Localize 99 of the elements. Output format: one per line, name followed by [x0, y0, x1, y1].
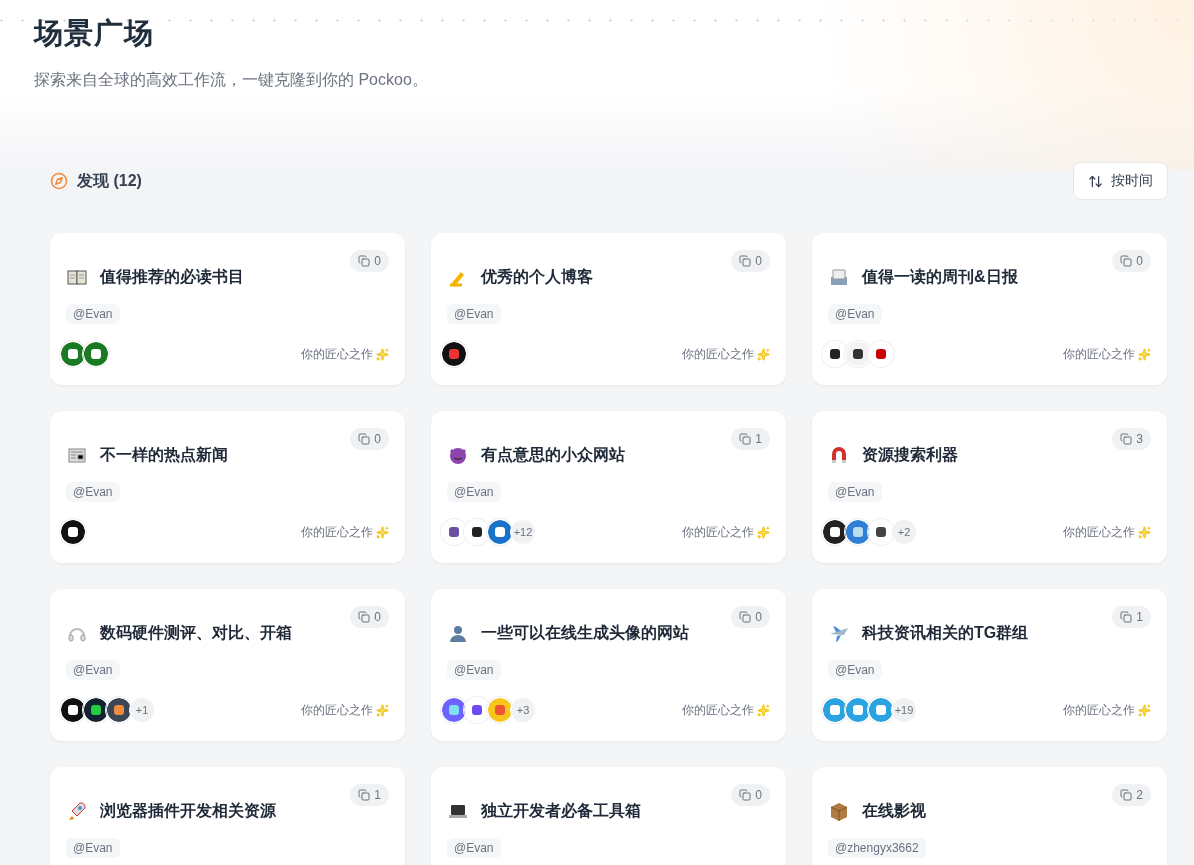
page-subtitle: 探索来自全球的高效工作流，一键克隆到你的 Pockoo。	[34, 70, 429, 90]
card-footer-text: 你的匠心之作	[301, 701, 373, 719]
sparkles-icon	[757, 703, 770, 717]
page-title: 场景广场	[34, 16, 155, 51]
compass-icon	[50, 172, 68, 190]
copy-icon	[739, 433, 752, 445]
sort-icon	[1088, 173, 1103, 189]
sparkles-icon	[376, 347, 389, 361]
card-footer-text: 你的匠心之作	[1063, 523, 1135, 541]
card-footer-text: 你的匠心之作	[301, 345, 373, 363]
section-title: 发现 (12)	[77, 170, 142, 191]
copy-count: 0	[350, 250, 389, 272]
card-title: 资源搜索利器	[862, 444, 958, 465]
card-title: 值得推荐的必读书目	[100, 266, 244, 287]
scene-card[interactable]: 0 一些可以在线生成头像的网站 @Evan +3 你的匠心之作	[431, 589, 786, 741]
sparkles-icon	[757, 347, 770, 361]
author-tag: @Evan	[66, 482, 120, 502]
copy-count: 0	[350, 428, 389, 450]
card-title: 在线影视	[862, 800, 926, 821]
scene-card[interactable]: 1 有点意思的小众网站 @Evan +12 你的匠心之作	[431, 411, 786, 563]
card-emoji-icon	[828, 800, 850, 822]
card-footer-text: 你的匠心之作	[1063, 345, 1135, 363]
card-title: 不一样的热点新闻	[100, 444, 228, 465]
more-count: +3	[510, 697, 536, 723]
author-tag: @Evan	[66, 304, 120, 324]
site-avatar-icon	[487, 519, 513, 545]
author-tag: @Evan	[828, 482, 882, 502]
copy-count: 1	[731, 428, 770, 450]
scene-card[interactable]: 1 浏览器插件开发相关资源 @Evan	[50, 767, 405, 865]
card-title: 值得一读的周刊&日报	[862, 266, 1018, 287]
scene-card[interactable]: 0 值得推荐的必读书目 @Evan 你的匠心之作	[50, 233, 405, 385]
author-tag: @Evan	[447, 838, 501, 858]
card-footer-text: 你的匠心之作	[301, 523, 373, 541]
author-tag: @Evan	[66, 660, 120, 680]
more-count: +2	[891, 519, 917, 545]
scene-card[interactable]: 3 资源搜索利器 @Evan +2 你的匠心之作	[812, 411, 1167, 563]
author-tag: @Evan	[447, 482, 501, 502]
copy-count: 1	[350, 784, 389, 806]
copy-count: 0	[731, 250, 770, 272]
card-footer-text: 你的匠心之作	[682, 523, 754, 541]
copy-icon	[358, 611, 371, 623]
site-avatar-icon	[106, 697, 132, 723]
copy-count: 0	[731, 784, 770, 806]
copy-icon	[358, 789, 371, 801]
copy-icon	[1120, 255, 1133, 267]
copy-icon	[1120, 789, 1133, 801]
copy-icon	[739, 255, 752, 267]
card-title: 一些可以在线生成头像的网站	[481, 622, 689, 643]
site-avatar-icon	[83, 341, 109, 367]
card-title: 浏览器插件开发相关资源	[100, 800, 276, 821]
author-tag: @Evan	[447, 304, 501, 324]
copy-count: 2	[1112, 784, 1151, 806]
sparkles-icon	[1138, 347, 1151, 361]
more-count: +12	[510, 519, 536, 545]
card-title: 独立开发者必备工具箱	[481, 800, 641, 821]
site-avatar-icon	[60, 519, 86, 545]
sparkles-icon	[757, 525, 770, 539]
copy-icon	[1120, 611, 1133, 623]
copy-icon	[1120, 433, 1133, 445]
card-footer-text: 你的匠心之作	[682, 701, 754, 719]
scene-card[interactable]: 0 数码硬件测评、对比、开箱 @Evan +1 你的匠心之作	[50, 589, 405, 741]
sparkles-icon	[1138, 525, 1151, 539]
author-tag: @Evan	[828, 660, 882, 680]
sparkles-icon	[376, 703, 389, 717]
sparkles-icon	[376, 525, 389, 539]
site-avatar-icon	[487, 697, 513, 723]
copy-count: 0	[350, 606, 389, 628]
site-avatar-icon	[441, 341, 467, 367]
card-title: 数码硬件测评、对比、开箱	[100, 622, 292, 643]
card-emoji-icon	[66, 800, 88, 822]
author-tag: @zhengyx3662	[828, 838, 926, 858]
sparkles-icon	[1138, 703, 1151, 717]
copy-count: 3	[1112, 428, 1151, 450]
more-count: +1	[129, 697, 155, 723]
card-title: 科技资讯相关的TG群组	[862, 622, 1029, 643]
copy-icon	[739, 789, 752, 801]
scene-card[interactable]: 1 科技资讯相关的TG群组 @Evan +19 你的匠心之作	[812, 589, 1167, 741]
copy-count: 0	[1112, 250, 1151, 272]
card-emoji-icon	[828, 266, 850, 288]
card-footer-text: 你的匠心之作	[682, 345, 754, 363]
copy-icon	[739, 611, 752, 623]
author-tag: @Evan	[66, 838, 120, 858]
sort-button[interactable]: 按时间	[1073, 162, 1168, 200]
copy-icon	[358, 255, 371, 267]
scene-card[interactable]: 0 优秀的个人博客 @Evan 你的匠心之作	[431, 233, 786, 385]
scene-card[interactable]: 0 独立开发者必备工具箱 @Evan	[431, 767, 786, 865]
copy-count: 1	[1112, 606, 1151, 628]
card-footer-text: 你的匠心之作	[1063, 701, 1135, 719]
more-count: +19	[891, 697, 917, 723]
scene-card[interactable]: 2 在线影视 @zhengyx3662	[812, 767, 1167, 865]
scene-card[interactable]: 0 不一样的热点新闻 @Evan 你的匠心之作	[50, 411, 405, 563]
copy-count: 0	[731, 606, 770, 628]
copy-icon	[358, 433, 371, 445]
site-avatar-icon	[868, 697, 894, 723]
author-tag: @Evan	[828, 304, 882, 324]
scene-card[interactable]: 0 值得一读的周刊&日报 @Evan 你的匠心之作	[812, 233, 1167, 385]
card-title: 优秀的个人博客	[481, 266, 593, 287]
card-title: 有点意思的小众网站	[481, 444, 625, 465]
author-tag: @Evan	[447, 660, 501, 680]
